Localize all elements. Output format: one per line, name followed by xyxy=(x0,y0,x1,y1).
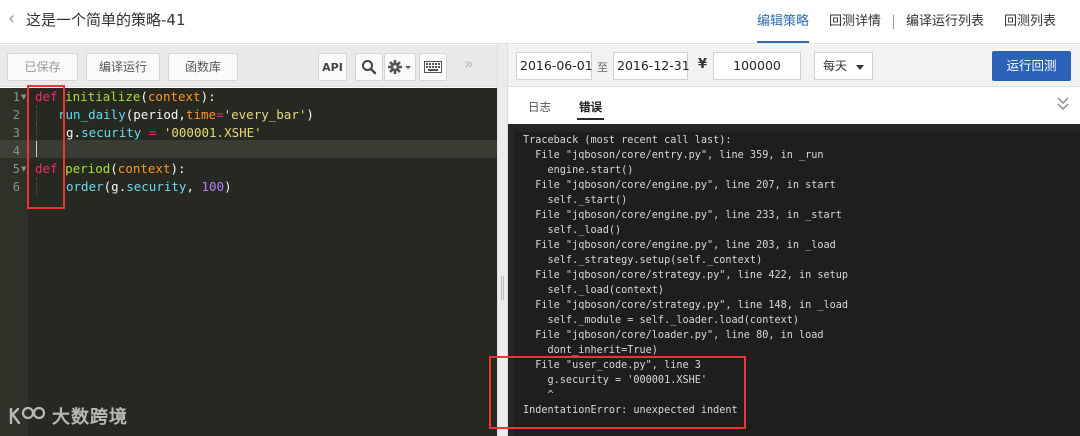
settings-button[interactable] xyxy=(384,53,416,81)
watermark-text: 大数跨境 xyxy=(52,407,128,428)
keyboard-icon xyxy=(424,61,442,73)
collapse-left-icon[interactable]: » xyxy=(464,54,474,73)
backtest-toolbar: 2016-06-01 至 2016-12-31 ¥ 100000 每天 运行回测 xyxy=(508,45,1080,87)
line-number: 5 xyxy=(12,162,20,176)
line-number: 3 xyxy=(12,126,20,140)
tab-edit-strategy[interactable]: 编辑策略 xyxy=(747,14,819,43)
saved-button[interactable]: 已保存 xyxy=(7,53,78,81)
nav-divider xyxy=(892,15,894,29)
date-range-separator: 至 xyxy=(597,61,608,74)
console-line: self._load(context) xyxy=(523,285,665,296)
run-backtest-button[interactable]: 运行回测 xyxy=(992,51,1071,81)
console-line: engine.start() xyxy=(523,165,634,176)
editor-toolbar: 已保存 编译运行 函数库 API » xyxy=(0,45,497,87)
top-nav-tabs: 编辑策略 回测详情 编译运行列表 回测列表 xyxy=(747,0,1066,44)
console-line: File "jqboson/core/engine.py", line 203,… xyxy=(523,240,836,251)
console-line: File "jqboson/core/strategy.py", line 42… xyxy=(523,270,849,281)
line-number: 1 xyxy=(12,90,20,104)
strategy-title: 这是一个简单的策略-41 xyxy=(26,11,186,29)
console-line: self._start() xyxy=(523,195,628,206)
frequency-value: 每天 xyxy=(823,59,848,73)
compile-run-button[interactable]: 编译运行 xyxy=(86,53,160,81)
api-button[interactable]: API xyxy=(318,53,347,81)
tab-backtest-list[interactable]: 回测列表 xyxy=(994,14,1066,30)
code-editor[interactable]: 1 ▼ 2 3 4 5 ▼ 6 def initialize(context):… xyxy=(0,88,497,436)
console-line: self._load() xyxy=(523,225,622,236)
error-highlight-box xyxy=(489,356,746,429)
console-line: File "jqboson/core/engine.py", line 233,… xyxy=(523,210,842,221)
chevron-down-icon xyxy=(856,65,864,70)
console-line: File "jqboson/core/strategy.py", line 14… xyxy=(523,300,849,311)
top-header: ‹ 这是一个简单的策略-41 编辑策略 回测详情 编译运行列表 回测列表 xyxy=(0,0,1080,44)
currency-symbol: ¥ xyxy=(698,57,708,72)
back-chevron-icon[interactable]: ‹ xyxy=(8,9,15,29)
console-line: File "jqboson/core/engine.py", line 207,… xyxy=(523,180,836,191)
code-line-6: order(g.security, 100) xyxy=(66,179,232,194)
indentation-highlight-box xyxy=(27,85,65,209)
console-line: File "jqboson/core/loader.py", line 80, … xyxy=(523,330,824,341)
tab-errors[interactable]: 错误 xyxy=(577,99,604,120)
log-tabs: 日志 错误 xyxy=(508,88,1080,124)
console-line: self._module = self._loader.load(context… xyxy=(523,315,800,326)
line-number: 4 xyxy=(12,144,20,158)
active-line-highlight xyxy=(28,140,497,158)
end-date-input[interactable]: 2016-12-31 xyxy=(613,52,690,80)
console-line: File "jqboson/core/entry.py", line 359, … xyxy=(523,150,824,161)
drag-handle-icon[interactable] xyxy=(501,276,504,300)
start-date-input[interactable]: 2016-06-01 xyxy=(516,52,593,80)
kdd-logo-icon xyxy=(9,406,46,425)
tab-backtest-details[interactable]: 回测详情 xyxy=(819,14,891,30)
code-line-3: g.security = '000001.XSHE' xyxy=(66,125,262,140)
tab-log[interactable]: 日志 xyxy=(528,99,551,115)
code-line-2: run_daily(period,time='every_bar') xyxy=(58,107,314,122)
frequency-select[interactable]: 每天 xyxy=(814,52,873,80)
gear-icon xyxy=(388,60,411,74)
capital-input[interactable]: 100000 xyxy=(713,52,801,80)
line-number: 2 xyxy=(12,108,20,122)
double-chevron-down-icon[interactable] xyxy=(1057,96,1069,114)
search-button[interactable] xyxy=(355,53,383,81)
search-icon xyxy=(362,60,377,75)
function-library-button[interactable]: 函数库 xyxy=(168,53,238,81)
line-number: 6 xyxy=(12,180,20,194)
watermark: 大数跨境 xyxy=(8,403,128,429)
tab-compile-list[interactable]: 编译运行列表 xyxy=(896,14,994,30)
console-line: Traceback (most recent call last): xyxy=(523,135,732,146)
console-line: self._strategy.setup(self._context) xyxy=(523,255,763,266)
keyboard-shortcuts-button[interactable] xyxy=(419,53,447,81)
